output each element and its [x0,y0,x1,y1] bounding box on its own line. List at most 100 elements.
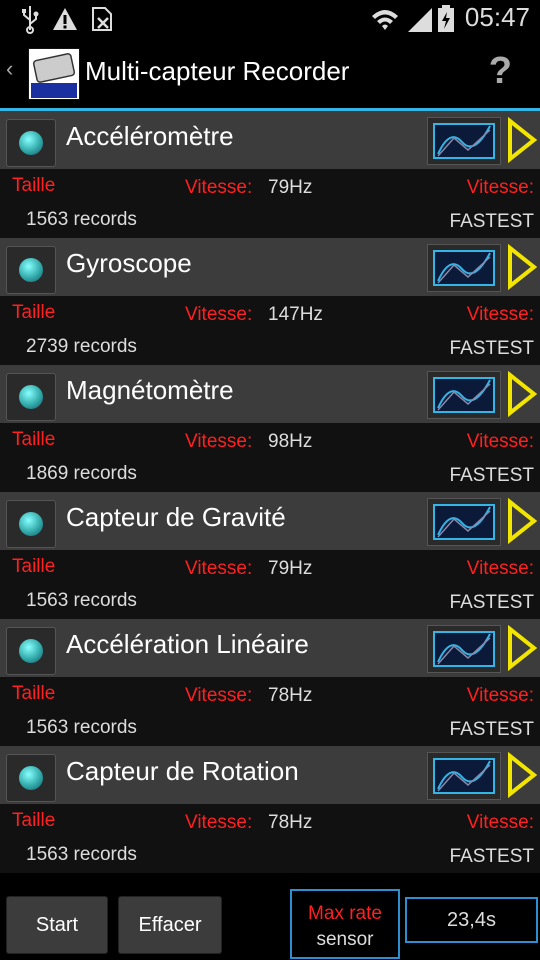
app-logo[interactable] [28,48,80,100]
rate-label: Vitesse: [185,431,253,452]
back-chevron-icon[interactable]: ‹ [6,56,13,82]
sensor-toggle-button[interactable] [6,373,56,421]
sensor-name: Gyroscope [66,248,192,278]
records-count: 1563 records [26,209,137,230]
play-icon[interactable] [504,244,538,290]
speed-value: FASTEST [449,465,534,486]
graph-button[interactable] [427,371,501,419]
sensor-name: Capteur de Rotation [66,756,299,786]
graph-icon [433,758,495,794]
speed-label: Vitesse: [466,685,534,706]
status-bar: 05:47 [0,0,540,38]
graph-button[interactable] [427,498,501,546]
sensor-toggle-button[interactable] [6,627,56,675]
records-count: 2739 records [26,336,137,357]
sensor-row: Capteur de Rotation Taille Vitesse: 78Hz… [0,746,540,873]
sensor-name: Capteur de Gravité [66,502,286,532]
play-icon[interactable] [504,625,538,671]
rate-value: 78Hz [268,685,313,706]
speed-value: FASTEST [449,846,534,867]
graph-icon [433,377,495,413]
usb-icon [22,6,39,34]
warning-icon [53,8,77,30]
size-label: Taille [12,302,56,323]
sensor-row: Gyroscope Taille Vitesse: 147Hz Vitesse:… [0,238,540,365]
graph-button[interactable] [427,117,501,165]
sensor-name: Accéléromètre [66,121,234,151]
speed-value: FASTEST [449,211,534,232]
speed-label: Vitesse: [466,558,534,579]
play-icon[interactable] [504,752,538,798]
status-led-icon [19,639,43,663]
sensor-row: Accéléromètre Taille Vitesse: 79Hz Vites… [0,111,540,238]
recording-timer: 23,4s [405,897,538,943]
sensor-toggle-button[interactable] [6,246,56,294]
rate-value: 98Hz [268,431,313,452]
sensor-list: Accéléromètre Taille Vitesse: 79Hz Vites… [0,111,540,873]
rate-label: Vitesse: [185,558,253,579]
rate-value: 78Hz [268,812,313,833]
sensor-name: Accélération Linéaire [66,629,309,659]
rate-value: 79Hz [268,177,313,198]
no-sim-icon [92,7,112,31]
speed-value: FASTEST [449,338,534,359]
size-label: Taille [12,810,56,831]
max-rate-selector[interactable]: Max rate sensor [290,889,400,959]
start-button[interactable]: Start [6,896,108,954]
graph-icon [433,631,495,667]
speed-value: FASTEST [449,592,534,613]
graph-button[interactable] [427,244,501,292]
speed-label: Vitesse: [466,304,534,325]
graph-button[interactable] [427,752,501,800]
max-rate-sublabel: sensor [316,929,374,950]
rate-label: Vitesse: [185,177,253,198]
sensor-row-header: Capteur de Gravité [0,492,540,550]
max-rate-label: Max rate [308,903,382,924]
speed-label: Vitesse: [466,812,534,833]
status-led-icon [19,258,43,282]
sensor-row: Accélération Linéaire Taille Vitesse: 78… [0,619,540,746]
sensor-row-header: Gyroscope [0,238,540,296]
rate-label: Vitesse: [185,812,253,833]
graph-icon [433,504,495,540]
play-icon[interactable] [504,117,538,163]
app-logo-icon [29,49,79,99]
records-count: 1563 records [26,590,137,611]
help-button[interactable]: ? [489,50,512,93]
status-led-icon [19,766,43,790]
sensor-toggle-button[interactable] [6,119,56,167]
page-title: Multi-capteur Recorder [85,56,350,86]
records-count: 1869 records [26,463,137,484]
sensor-row: Capteur de Gravité Taille Vitesse: 79Hz … [0,492,540,619]
size-label: Taille [12,556,56,577]
status-led-icon [19,512,43,536]
status-led-icon [19,385,43,409]
play-icon[interactable] [504,371,538,417]
speed-label: Vitesse: [466,177,534,198]
speed-value: FASTEST [449,719,534,740]
sensor-row-header: Capteur de Rotation [0,746,540,804]
bottom-bar: Start Effacer Max rate sensor 23,4s [0,888,540,960]
sensor-row-header: Accélération Linéaire [0,619,540,677]
size-label: Taille [12,683,56,704]
graph-button[interactable] [427,625,501,673]
action-bar: ‹ Multi-capteur Recorder ? [0,38,540,111]
sensor-row-header: Accéléromètre [0,111,540,169]
wifi-icon [372,10,398,30]
rate-label: Vitesse: [185,685,253,706]
sensor-name: Magnétomètre [66,375,234,405]
sensor-toggle-button[interactable] [6,500,56,548]
sensor-toggle-button[interactable] [6,754,56,802]
rate-label: Vitesse: [185,304,253,325]
status-led-icon [19,131,43,155]
play-icon[interactable] [504,498,538,544]
speed-label: Vitesse: [466,431,534,452]
battery-icon [438,5,454,32]
clear-button[interactable]: Effacer [118,896,222,954]
rate-value: 79Hz [268,558,313,579]
size-label: Taille [12,175,56,196]
records-count: 1563 records [26,717,137,738]
graph-icon [433,123,495,159]
clock: 05:47 [464,2,530,32]
signal-icon [408,8,432,32]
